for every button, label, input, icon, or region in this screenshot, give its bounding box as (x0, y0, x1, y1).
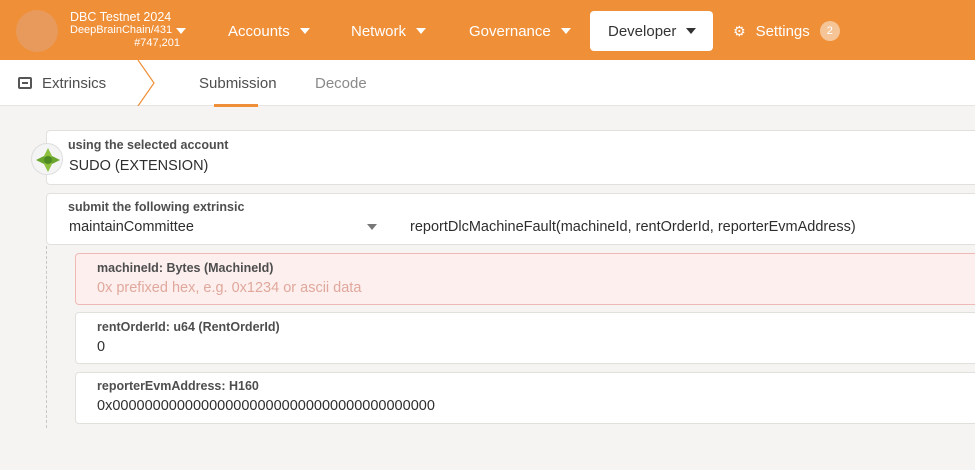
rent-order-id-input[interactable]: 0 (97, 339, 105, 355)
chain-logo[interactable] (16, 10, 58, 52)
menu-accounts-label: Accounts (228, 22, 290, 40)
chevron-down-icon (686, 28, 697, 34)
chevron-down-icon (176, 27, 187, 34)
chevron-down-icon (560, 28, 571, 34)
menu-settings[interactable]: ⚙ Settings 2 (733, 11, 840, 51)
call-select[interactable]: reportDlcMachineFault(machineId, rentOrd… (410, 219, 856, 235)
settings-badge: 2 (819, 21, 840, 41)
account-label: using the selected account (68, 138, 229, 152)
reporter-evm-address-input[interactable]: 0x00000000000000000000000000000000000000… (97, 398, 435, 414)
tab-submission[interactable]: Submission (199, 60, 277, 106)
chain-runtime: DeepBrainChain/431 (70, 24, 173, 36)
subnav-title: Extrinsics (18, 60, 106, 106)
menu-network[interactable]: Network (351, 11, 427, 51)
gear-icon: ⚙ (733, 22, 746, 39)
chain-selector[interactable]: DBC Testnet 2024 DeepBrainChain/431 #747… (70, 10, 187, 50)
rent-order-id-field[interactable]: rentOrderId: u64 (RentOrderId) 0 (75, 312, 975, 364)
extrinsic-label: submit the following extrinsic (68, 200, 245, 214)
reporter-evm-address-label: reporterEvmAddress: H160 (97, 379, 259, 393)
menu-settings-label: Settings (755, 22, 810, 40)
account-selector[interactable]: using the selected account SUDO (EXTENSI… (46, 130, 975, 185)
menu-network-label: Network (351, 22, 407, 40)
rent-order-id-label: rentOrderId: u64 (RentOrderId) (97, 320, 280, 334)
menu-governance[interactable]: Governance (469, 11, 571, 51)
machine-id-label: machineId: Bytes (MachineId) (97, 261, 274, 275)
account-value: SUDO (EXTENSION) (69, 158, 209, 174)
breadcrumb-separator-icon (137, 60, 155, 106)
menu-governance-label: Governance (469, 22, 551, 40)
menu-developer-label: Developer (608, 22, 677, 40)
subnav-title-label: Extrinsics (42, 74, 107, 92)
chevron-down-icon (299, 28, 310, 34)
chain-name: DBC Testnet 2024 (70, 10, 172, 24)
active-tab-indicator (214, 104, 258, 107)
params-indent-line (46, 246, 47, 428)
menu-developer[interactable]: Developer (590, 11, 713, 51)
block-number: #747,201 (134, 37, 180, 49)
extrinsics-icon (18, 77, 32, 89)
sub-nav: Extrinsics Submission Decode (0, 60, 975, 106)
machine-id-field[interactable]: machineId: Bytes (MachineId) 0x prefixed… (75, 253, 975, 305)
top-bar: DBC Testnet 2024 DeepBrainChain/431 #747… (0, 0, 975, 60)
chevron-down-icon (367, 224, 377, 230)
module-select[interactable]: maintainCommittee (69, 219, 389, 235)
chevron-down-icon (416, 28, 427, 34)
machine-id-input[interactable]: 0x prefixed hex, e.g. 0x1234 or ascii da… (97, 280, 361, 296)
menu-accounts[interactable]: Accounts (228, 11, 310, 51)
extrinsic-selector: submit the following extrinsic maintainC… (46, 193, 975, 245)
reporter-evm-address-field[interactable]: reporterEvmAddress: H160 0x0000000000000… (75, 372, 975, 424)
tab-decode[interactable]: Decode (315, 60, 367, 106)
account-avatar (31, 143, 63, 175)
